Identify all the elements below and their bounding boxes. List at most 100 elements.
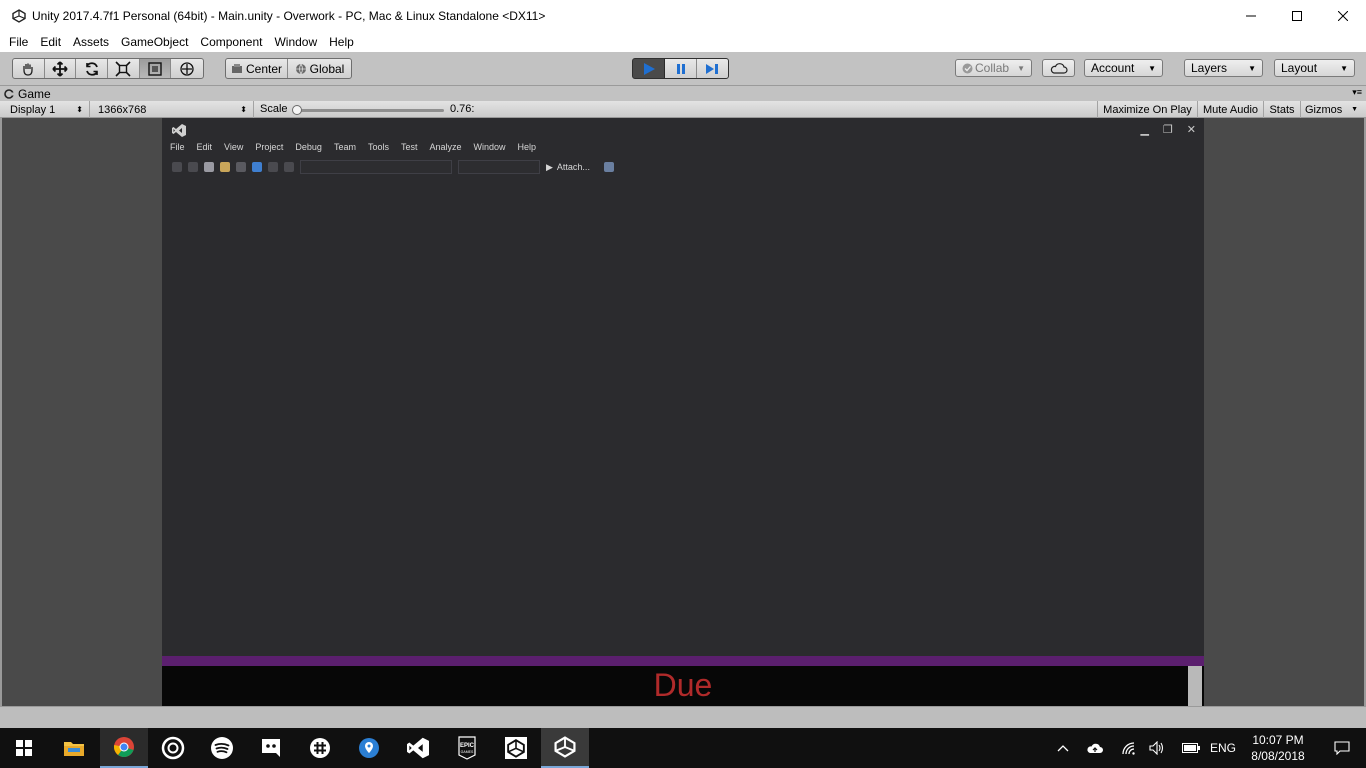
pivot-rotation-button[interactable]: Global	[288, 59, 351, 78]
rotate-icon	[85, 61, 98, 76]
taskbar-osu[interactable]	[149, 728, 197, 768]
layout-dropdown[interactable]: Layout ▼	[1274, 59, 1355, 77]
taskbar-unity-editor[interactable]	[541, 728, 589, 768]
undo-icon[interactable]	[268, 162, 278, 172]
battery-tray[interactable]	[1180, 728, 1202, 768]
game-view-toolbar: Display 1 ⬍ 1366x768 ⬍ Scale 0.76: Maxim…	[0, 101, 1366, 118]
menu-file[interactable]: File	[3, 35, 34, 49]
tab-game[interactable]: Game	[4, 86, 51, 101]
pivot-toggles: Center Global	[225, 58, 352, 79]
pivot-mode-button[interactable]: Center	[226, 59, 289, 78]
vs-restore-icon[interactable]: ❐	[1163, 123, 1173, 136]
battery-icon	[1182, 743, 1200, 753]
taskbar-chrome[interactable]	[100, 728, 148, 768]
taskbar-slack[interactable]	[296, 728, 344, 768]
forward-icon[interactable]	[188, 162, 198, 172]
save-all-icon[interactable]	[252, 162, 262, 172]
vs-menu-team[interactable]: Team	[328, 142, 362, 152]
minimize-button[interactable]	[1228, 0, 1274, 32]
mute-audio-toggle[interactable]: Mute Audio	[1197, 101, 1263, 118]
vs-menu-help[interactable]: Help	[512, 142, 543, 152]
scale-tool-button[interactable]	[108, 59, 140, 78]
rotate-tool-button[interactable]	[76, 59, 109, 78]
platform-combo[interactable]	[458, 160, 540, 174]
vs-menu-analyze[interactable]: Analyze	[423, 142, 467, 152]
maximize-on-play-toggle[interactable]: Maximize On Play	[1097, 101, 1197, 118]
clock[interactable]: 10:07 PM 8/08/2018	[1238, 732, 1318, 764]
gizmos-dropdown[interactable]: Gizmos ▼	[1300, 101, 1362, 118]
wifi-tray[interactable]	[1118, 728, 1140, 768]
back-icon[interactable]	[172, 162, 182, 172]
epic-games-icon: EPICGAMES	[458, 736, 476, 760]
taskbar-file-explorer[interactable]	[50, 728, 98, 768]
pause-button[interactable]	[665, 59, 697, 78]
menu-window[interactable]: Window	[268, 35, 323, 49]
menu-gameobject[interactable]: GameObject	[115, 35, 194, 49]
start-button[interactable]	[0, 728, 48, 768]
volume-tray[interactable]	[1146, 728, 1168, 768]
taskbar-maps[interactable]	[345, 728, 393, 768]
save-icon[interactable]	[236, 162, 246, 172]
menu-component[interactable]: Component	[194, 35, 268, 49]
vs-menu-window[interactable]: Window	[468, 142, 512, 152]
attach-button[interactable]: Attach...	[557, 162, 590, 172]
cloud-button[interactable]	[1042, 59, 1075, 77]
vs-minimize-icon[interactable]: ▁	[1140, 123, 1148, 136]
panel-scrollbar[interactable]	[1188, 666, 1202, 706]
taskbar-unity-hub[interactable]	[492, 728, 540, 768]
taskbar-visual-studio[interactable]	[394, 728, 442, 768]
toolbar-options-icon[interactable]	[603, 162, 614, 172]
window-title: Unity 2017.4.7f1 Personal (64bit) - Main…	[32, 9, 546, 23]
step-button[interactable]	[696, 59, 728, 78]
move-tool-button[interactable]	[45, 59, 77, 78]
scale-value: 0.76:	[450, 103, 475, 115]
maximize-icon	[1292, 11, 1302, 21]
taskbar-spotify[interactable]	[198, 728, 246, 768]
vs-menu-test[interactable]: Test	[395, 142, 424, 152]
onedrive-tray[interactable]	[1084, 728, 1106, 768]
maximize-on-play-label: Maximize On Play	[1103, 103, 1192, 116]
scale-slider-handle[interactable]	[292, 105, 302, 115]
game-viewport[interactable]: ▁ ❐ ✕ File Edit View Project Debug Team …	[162, 118, 1204, 706]
action-center-button[interactable]	[1318, 728, 1366, 768]
hand-tool-button[interactable]	[13, 59, 45, 78]
game-controller-icon	[4, 88, 14, 99]
taskbar-discord[interactable]	[247, 728, 295, 768]
close-button[interactable]	[1320, 0, 1366, 32]
taskbar-epic-games[interactable]: EPIC GAMES	[443, 728, 491, 768]
configuration-combo[interactable]	[300, 160, 452, 174]
maximize-button[interactable]	[1274, 0, 1320, 32]
menu-assets[interactable]: Assets	[67, 35, 115, 49]
transform-tool-button[interactable]	[171, 59, 203, 78]
new-project-icon[interactable]	[204, 162, 214, 172]
collab-check-icon	[962, 63, 973, 73]
vs-menu-edit[interactable]: Edit	[191, 142, 219, 152]
menu-edit[interactable]: Edit	[34, 35, 67, 49]
show-hidden-icons-button[interactable]	[1054, 728, 1072, 768]
play-button[interactable]	[633, 59, 666, 78]
scale-slider-track[interactable]	[296, 109, 444, 112]
layers-dropdown[interactable]: Layers ▼	[1184, 59, 1263, 77]
vs-menu-project[interactable]: Project	[249, 142, 289, 152]
open-file-icon[interactable]	[220, 162, 230, 172]
svg-text:GAMES: GAMES	[461, 750, 474, 754]
display-dropdown[interactable]: Display 1 ⬍	[4, 101, 90, 118]
vs-menu-file[interactable]: File	[164, 142, 191, 152]
attach-play-icon[interactable]: ▶	[546, 162, 553, 173]
visual-studio-icon	[407, 737, 429, 759]
vs-menu-tools[interactable]: Tools	[362, 142, 395, 152]
updown-arrow-icon: ⬍	[240, 105, 247, 114]
resolution-dropdown[interactable]: 1366x768 ⬍	[92, 101, 254, 118]
menu-help[interactable]: Help	[323, 35, 360, 49]
vs-menu-debug[interactable]: Debug	[289, 142, 328, 152]
step-icon	[706, 63, 719, 74]
rect-tool-button[interactable]	[139, 59, 172, 78]
language-indicator[interactable]: ENG	[1208, 728, 1238, 768]
account-dropdown[interactable]: Account ▼	[1084, 59, 1163, 77]
tab-menu-icon[interactable]: ▾≡	[1352, 86, 1362, 99]
vs-menu-view[interactable]: View	[218, 142, 249, 152]
vs-close-icon[interactable]: ✕	[1187, 123, 1196, 136]
redo-icon[interactable]	[284, 162, 294, 172]
collab-dropdown[interactable]: Collab ▼	[955, 59, 1032, 77]
stats-toggle[interactable]: Stats	[1263, 101, 1300, 118]
